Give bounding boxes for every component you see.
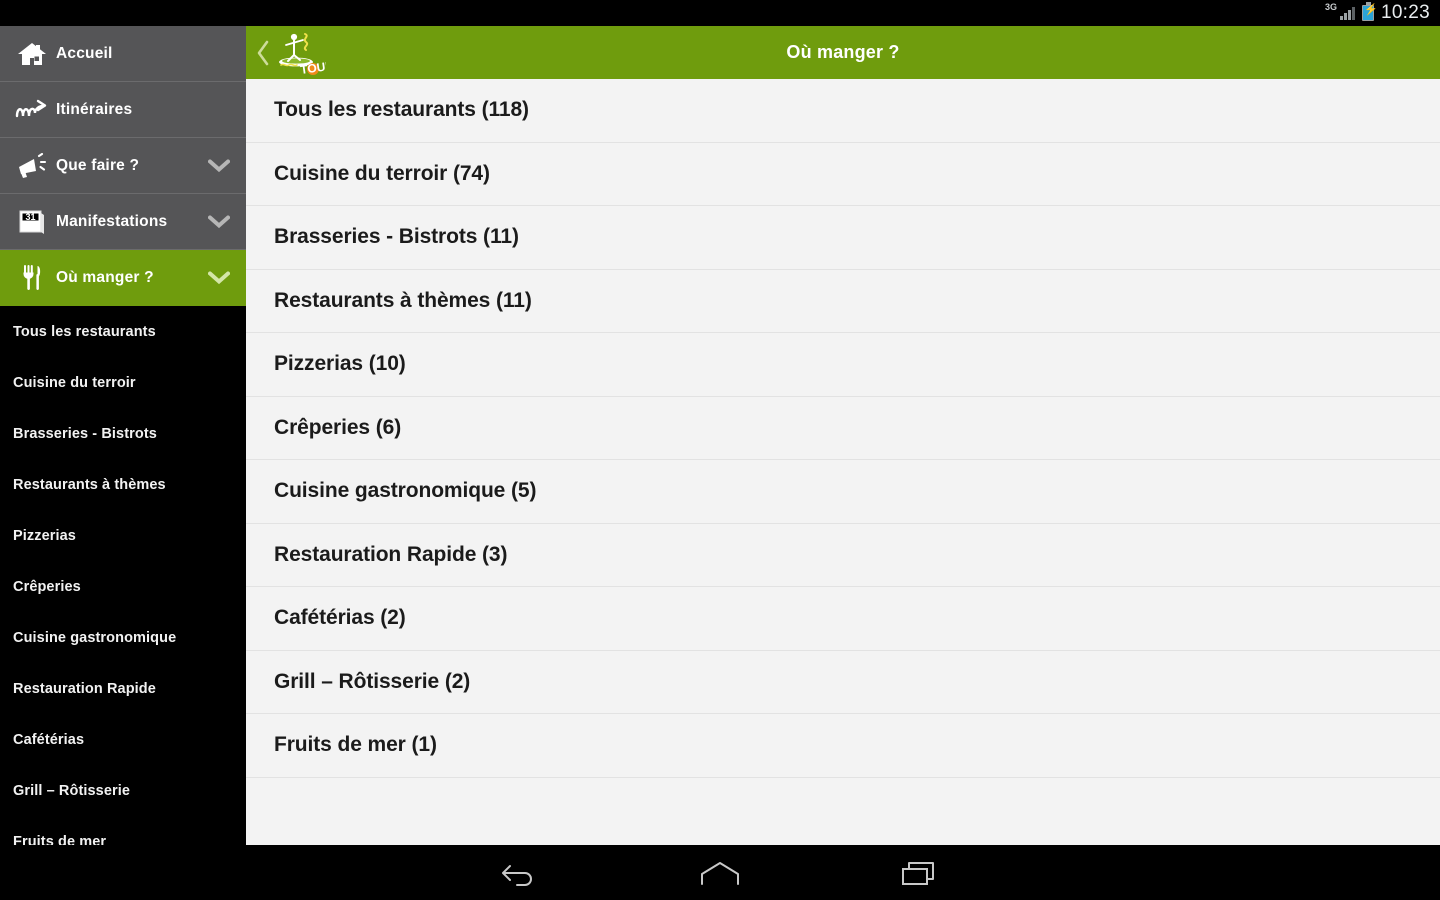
android-nav-bar	[0, 845, 1440, 900]
paddleboard-tour-logo[interactable]: TOUR	[272, 28, 335, 78]
recents-icon	[902, 861, 934, 885]
sidebar-subitem-label: Pizzerias	[13, 527, 76, 544]
calendar-icon: 31	[8, 208, 56, 236]
sidebar-subitem-label: Cuisine gastronomique	[13, 629, 177, 646]
chevron-down-icon[interactable]	[208, 215, 230, 228]
sidebar: Accueil Itinéraires Que faire ? 31 Manif…	[0, 26, 246, 845]
megaphone-icon	[8, 152, 56, 179]
sidebar-subitem-label: Brasseries - Bistrots	[13, 425, 157, 442]
list-row-label: Crêperies (6)	[274, 415, 402, 439]
svg-text:31: 31	[25, 212, 35, 222]
back-icon	[502, 864, 532, 886]
sidebar-item-label: Où manger ?	[56, 268, 154, 286]
list-row-fruits-de-mer[interactable]: Fruits de mer (1)	[246, 714, 1440, 778]
list-row-label: Cuisine du terroir (74)	[274, 161, 490, 185]
list-row-cuisine-gastronomique[interactable]: Cuisine gastronomique (5)	[246, 460, 1440, 524]
sidebar-subitem-fruits-de-mer[interactable]: Fruits de mer	[0, 816, 246, 845]
list-row-restaurants-a-themes[interactable]: Restaurants à thèmes (11)	[246, 269, 1440, 333]
list-row-label: Restauration Rapide (3)	[274, 542, 508, 566]
nav-home-button[interactable]	[690, 852, 750, 894]
list-row-brasseries-bistrots[interactable]: Brasseries - Bistrots (11)	[246, 206, 1440, 270]
sidebar-item-ou-manger[interactable]: Où manger ?	[0, 250, 246, 306]
list-row-label: Grill – Rôtisserie (2)	[274, 669, 471, 693]
nav-recents-button[interactable]	[890, 852, 950, 894]
sidebar-subitem-grill-rotisserie[interactable]: Grill – Rôtisserie	[0, 765, 246, 816]
sidebar-submenu: Tous les restaurants Cuisine du terroir …	[0, 306, 246, 845]
sidebar-subitem-brasseries-bistrots[interactable]: Brasseries - Bistrots	[0, 408, 246, 459]
sidebar-subitem-creperies[interactable]: Crêperies	[0, 561, 246, 612]
list-row-label: Pizzerias (10)	[274, 352, 406, 376]
battery-charging-icon	[1361, 2, 1378, 21]
network-type-label: 3G	[1324, 2, 1337, 12]
list-row-pizzerias[interactable]: Pizzerias (10)	[246, 333, 1440, 397]
list-empty-area	[246, 777, 1440, 841]
list-row-label: Cuisine gastronomique (5)	[274, 479, 537, 503]
page-title: Où manger ?	[786, 42, 900, 62]
sidebar-item-itineraires[interactable]: Itinéraires	[0, 82, 246, 138]
signal-bars-icon	[1339, 6, 1355, 20]
sidebar-item-label: Itinéraires	[56, 100, 133, 118]
list-row-restauration-rapide[interactable]: Restauration Rapide (3)	[246, 523, 1440, 587]
restaurant-category-list: Tous les restaurants (118) Cuisine du te…	[246, 79, 1440, 845]
sidebar-item-manifestations[interactable]: 31 Manifestations	[0, 194, 246, 250]
sidebar-subitem-label: Fruits de mer	[13, 833, 107, 846]
list-row-cafeterias[interactable]: Cafétérias (2)	[246, 587, 1440, 651]
sidebar-subitem-label: Crêperies	[13, 578, 81, 595]
sidebar-item-que-faire[interactable]: Que faire ?	[0, 138, 246, 194]
list-row-grill-rotisserie[interactable]: Grill – Rôtisserie (2)	[246, 650, 1440, 714]
sidebar-subitem-label: Restaurants à thèmes	[13, 476, 166, 493]
list-row-label: Cafétérias (2)	[274, 606, 406, 630]
list-row-label: Brasseries - Bistrots (11)	[274, 225, 519, 249]
app-bar: TOUR Où manger ?	[246, 26, 1440, 79]
list-row-label: Fruits de mer (1)	[274, 733, 437, 757]
sidebar-subitem-cuisine-gastronomique[interactable]: Cuisine gastronomique	[0, 612, 246, 663]
chevron-left-icon	[257, 40, 269, 65]
status-bar: 3G 10:23	[0, 0, 1440, 26]
list-row-label: Tous les restaurants (118)	[274, 98, 529, 122]
sidebar-item-label: Accueil	[56, 44, 113, 62]
sidebar-subitem-pizzerias[interactable]: Pizzerias	[0, 510, 246, 561]
list-row-tous-les-restaurants[interactable]: Tous les restaurants (118)	[246, 79, 1440, 143]
home-icon	[8, 41, 56, 67]
list-row-cuisine-du-terroir[interactable]: Cuisine du terroir (74)	[246, 142, 1440, 206]
sidebar-item-accueil[interactable]: Accueil	[0, 26, 246, 82]
cutlery-icon	[8, 264, 56, 292]
list-row-label: Restaurants à thèmes (11)	[274, 288, 532, 312]
route-icon	[8, 98, 56, 122]
main-panel: TOUR Où manger ? Tous les restaurants (1…	[246, 26, 1440, 845]
chevron-down-icon[interactable]	[208, 159, 230, 172]
sidebar-subitem-label: Tous les restaurants	[13, 323, 156, 340]
sidebar-subitem-tous-les-restaurants[interactable]: Tous les restaurants	[0, 306, 246, 357]
sidebar-item-label: Manifestations	[56, 212, 168, 230]
sidebar-subitem-cafeterias[interactable]: Cafétérias	[0, 714, 246, 765]
sidebar-subitem-label: Cuisine du terroir	[13, 374, 136, 391]
sidebar-subitem-label: Grill – Rôtisserie	[13, 782, 131, 799]
sidebar-subitem-restaurants-a-themes[interactable]: Restaurants à thèmes	[0, 459, 246, 510]
home-icon	[701, 861, 739, 885]
sidebar-subitem-restauration-rapide[interactable]: Restauration Rapide	[0, 663, 246, 714]
status-clock: 10:23	[1380, 2, 1430, 23]
sidebar-subitem-label: Cafétérias	[13, 731, 85, 748]
sidebar-item-label: Que faire ?	[56, 156, 140, 174]
chevron-down-icon[interactable]	[208, 271, 230, 284]
list-row-creperies[interactable]: Crêperies (6)	[246, 396, 1440, 460]
nav-back-button[interactable]	[490, 852, 550, 894]
app-screen: 3G 10:23 Accueil Itinéraires Que faire ?	[0, 0, 1440, 900]
sidebar-subitem-cuisine-du-terroir[interactable]: Cuisine du terroir	[0, 357, 246, 408]
sidebar-subitem-label: Restauration Rapide	[13, 680, 156, 697]
back-button[interactable]	[252, 26, 274, 79]
